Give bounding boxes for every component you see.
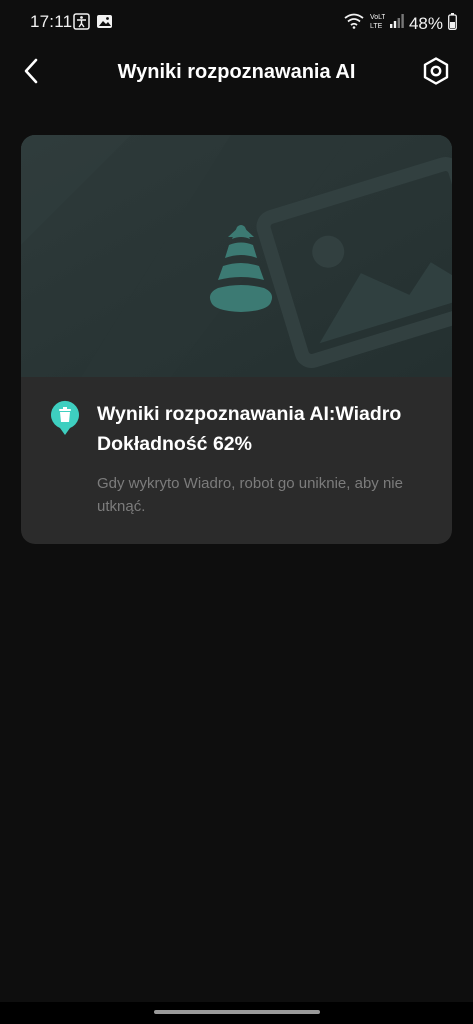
wifi-icon (344, 13, 364, 34)
detection-image (21, 135, 452, 377)
gallery-icon (96, 13, 113, 35)
status-time: 17:11 (30, 12, 73, 31)
battery-icon (448, 12, 457, 35)
status-left-icons (73, 13, 113, 35)
result-title: Wyniki rozpoznawania AI:Wiadro Dokładnoś… (97, 399, 442, 459)
svg-text:VoLTE: VoLTE (370, 14, 385, 21)
result-card: Wyniki rozpoznawania AI:Wiadro Dokładnoś… (21, 135, 452, 544)
home-indicator[interactable] (154, 1010, 320, 1014)
signal-icon (389, 13, 404, 34)
status-bar: 17:11 VoLT LTE 48% (0, 0, 473, 46)
result-accuracy: Dokładność 62% (97, 433, 252, 455)
settings-icon (421, 56, 451, 91)
settings-button[interactable] (419, 56, 453, 90)
svg-text:LTE: LTE (370, 23, 383, 30)
result-description: Gdy wykryto Wiadro, robot go uniknie, ab… (97, 475, 403, 515)
status-right: VoLTE LTE 48% (344, 12, 457, 35)
trash-bin-icon (49, 399, 81, 437)
accessibility-icon (73, 13, 90, 35)
nav-bar (0, 1002, 473, 1024)
battery-percent: 48% (408, 13, 443, 33)
page-title: Wyniki rozpoznawania AI (117, 61, 356, 83)
app-header: Wyniki rozpoznawania AI (0, 46, 473, 102)
result-label: Wyniki rozpoznawania AI:Wiadro (97, 403, 402, 425)
volte-lte-icon: VoLTE LTE (369, 12, 391, 35)
